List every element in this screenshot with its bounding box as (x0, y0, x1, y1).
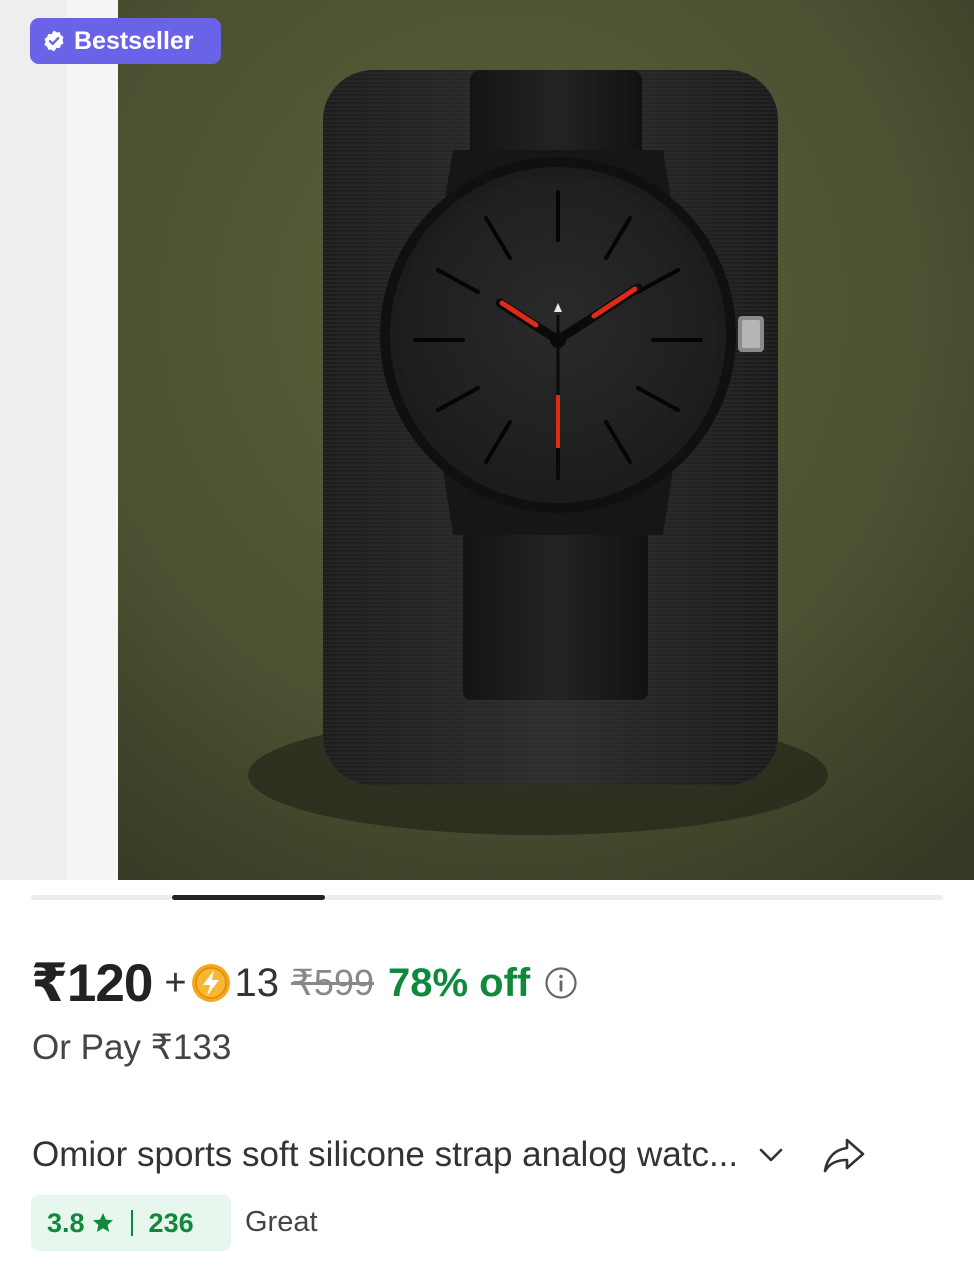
info-icon[interactable] (544, 966, 578, 1000)
product-title[interactable]: Omior sports soft silicone strap analog … (32, 1135, 738, 1175)
rating-count: 236 (148, 1207, 194, 1238)
carousel-indicator-track (31, 895, 943, 900)
original-price: ₹599 (291, 962, 374, 1003)
verified-icon (44, 30, 64, 52)
product-image[interactable] (118, 0, 974, 880)
plus-sign: + (164, 961, 187, 1004)
rating-chip[interactable]: 3.8 236 (31, 1195, 231, 1251)
rating-label: Great (245, 1206, 318, 1238)
rating-score: 3.8 (47, 1207, 85, 1238)
share-icon[interactable] (820, 1131, 868, 1179)
carousel-indicator-active (172, 895, 325, 900)
product-title-row[interactable]: Omior sports soft silicone strap analog … (32, 1130, 944, 1180)
coin-amount: 13 (234, 960, 280, 1005)
chevron-down-icon[interactable] (756, 1140, 786, 1170)
star-icon (92, 1213, 113, 1232)
price-row: ₹120 + 13 ₹599 78% off (31, 950, 578, 1016)
bestseller-label: Bestseller (74, 26, 194, 55)
product-image-gallery[interactable]: Bestseller (0, 0, 974, 880)
previous-image-shade (66, 0, 118, 880)
discount-percent: 78% off (387, 960, 531, 1005)
previous-image-edge (0, 0, 66, 880)
rating-separator (130, 1210, 133, 1236)
bestseller-badge: Bestseller (30, 18, 221, 64)
or-pay-price: Or Pay ₹133 (32, 1028, 232, 1067)
coin-icon (191, 964, 230, 1002)
current-price: ₹120 (31, 953, 153, 1013)
